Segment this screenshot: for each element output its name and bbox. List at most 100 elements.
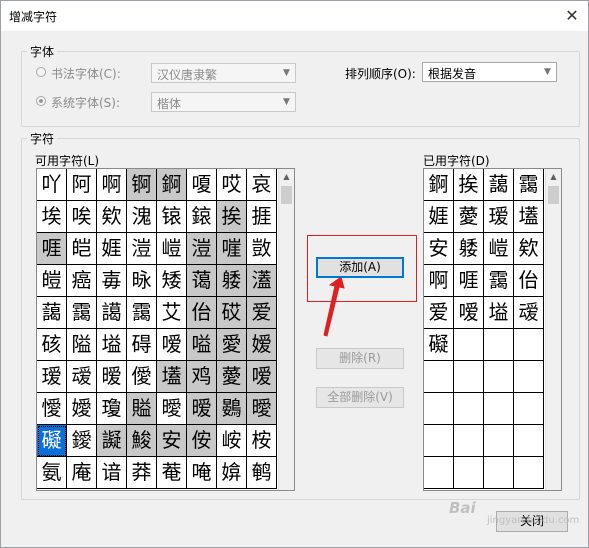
available-char-cell[interactable]: 暧 — [97, 361, 127, 393]
available-char-cell[interactable]: 碍 — [127, 329, 157, 361]
available-char-cell[interactable]: 桉 — [247, 425, 277, 457]
available-char-cell[interactable]: 僾 — [127, 361, 157, 393]
used-char-cell[interactable] — [424, 393, 454, 425]
available-char-cell[interactable]: 賹 — [127, 393, 157, 425]
used-char-cell[interactable] — [484, 457, 514, 489]
available-char-cell[interactable]: 溰 — [127, 233, 157, 265]
available-char-cell[interactable]: 菴 — [157, 457, 187, 489]
used-char-cell[interactable]: 錒 — [424, 169, 454, 201]
available-char-cell[interactable]: 譺 — [97, 425, 127, 457]
available-char-cell[interactable]: 嘊 — [217, 233, 247, 265]
used-char-cell[interactable]: 礙 — [424, 329, 454, 361]
available-char-cell[interactable]: 安 — [157, 425, 187, 457]
remove-all-button[interactable]: 全部删除(V) — [316, 387, 404, 408]
available-char-cell[interactable]: 唉 — [67, 201, 97, 233]
system-font-select[interactable]: 楷体 ▼ — [151, 92, 296, 112]
available-char-cell[interactable]: 錒 — [157, 169, 187, 201]
used-char-cell[interactable] — [424, 457, 454, 489]
used-char-cell[interactable] — [454, 361, 484, 393]
available-char-cell[interactable]: 鮻 — [127, 425, 157, 457]
system-font-radio[interactable] — [36, 96, 46, 106]
used-char-cell[interactable] — [514, 425, 544, 457]
sort-order-select[interactable]: 根据发音 ▼ — [422, 62, 557, 82]
scroll-up-icon[interactable]: ▲ — [546, 169, 561, 185]
used-char-cell[interactable]: 挨 — [454, 169, 484, 201]
available-char-cell[interactable]: 峖 — [217, 425, 247, 457]
scroll-thumb[interactable] — [548, 186, 559, 204]
used-char-cell[interactable] — [424, 361, 454, 393]
available-char-cell[interactable]: 硋 — [37, 329, 67, 361]
used-char-cell[interactable]: 安 — [424, 233, 454, 265]
remove-button[interactable]: 删除(R) — [316, 348, 404, 369]
available-char-cell[interactable]: 礙 — [37, 425, 67, 457]
available-char-cell[interactable]: 鑀 — [67, 425, 97, 457]
available-char-cell[interactable]: 啀 — [37, 233, 67, 265]
available-char-cell[interactable]: 壒 — [157, 361, 187, 393]
available-char-cell[interactable]: 皚 — [37, 265, 67, 297]
available-char-cell[interactable]: 矮 — [157, 265, 187, 297]
available-char-cell[interactable]: 埃 — [37, 201, 67, 233]
used-char-cell[interactable]: 爱 — [424, 297, 454, 329]
used-char-cell[interactable]: 娾 — [424, 201, 454, 233]
used-char-cell[interactable]: 嗳 — [454, 297, 484, 329]
used-char-cell[interactable]: 啊 — [424, 265, 454, 297]
available-char-cell[interactable]: 瑷 — [37, 361, 67, 393]
available-char-cell[interactable]: 皑 — [67, 233, 97, 265]
used-char-cell[interactable]: 靄 — [514, 169, 544, 201]
available-char-cell[interactable]: 曖 — [157, 393, 187, 425]
available-char-cell[interactable]: 曖 — [247, 393, 277, 425]
used-char-cell[interactable]: 瑷 — [484, 201, 514, 233]
available-char-cell[interactable]: 靄 — [67, 297, 97, 329]
used-char-cell[interactable] — [514, 393, 544, 425]
available-char-cell[interactable]: 阿 — [67, 169, 97, 201]
available-char-cell[interactable]: 蔼 — [187, 265, 217, 297]
available-char-cell[interactable]: 躷 — [217, 265, 247, 297]
used-char-cell[interactable] — [514, 361, 544, 393]
available-char-cell[interactable]: 嗄 — [187, 169, 217, 201]
available-char-cell[interactable]: 溾 — [127, 201, 157, 233]
used-char-cell[interactable]: 靄 — [484, 265, 514, 297]
available-char-cell[interactable]: 嬡 — [67, 393, 97, 425]
used-char-cell[interactable] — [454, 425, 484, 457]
calligraphy-font-radio[interactable] — [36, 67, 46, 77]
used-char-cell[interactable] — [484, 425, 514, 457]
used-char-cell[interactable]: 啀 — [454, 265, 484, 297]
close-icon[interactable]: ✕ — [556, 1, 588, 31]
available-char-cell[interactable]: 鹌 — [247, 457, 277, 489]
available-char-cell[interactable]: 嵦 — [157, 233, 187, 265]
used-char-cell[interactable] — [484, 361, 514, 393]
used-char-cell[interactable]: 藹 — [484, 169, 514, 201]
available-char-cell[interactable]: 嗌 — [187, 329, 217, 361]
used-char-cell[interactable] — [484, 393, 514, 425]
used-char-cell[interactable]: 薆 — [454, 201, 484, 233]
used-char-cell[interactable] — [424, 425, 454, 457]
available-char-cell[interactable]: 叆 — [67, 361, 97, 393]
available-char-cell[interactable]: 鷃 — [217, 393, 247, 425]
used-char-cell[interactable] — [454, 393, 484, 425]
available-char-cell[interactable]: 媕 — [217, 457, 247, 489]
available-char-cell[interactable]: 暧 — [187, 393, 217, 425]
used-char-cell[interactable]: 塧 — [484, 297, 514, 329]
available-char-cell[interactable]: 敳 — [247, 233, 277, 265]
available-char-cell[interactable]: 哎 — [217, 169, 247, 201]
available-char-cell[interactable]: 癌 — [67, 265, 97, 297]
available-char-cell[interactable]: 锕 — [127, 169, 157, 201]
available-char-cell[interactable]: 锿 — [157, 201, 187, 233]
available-char-cell[interactable]: 吖 — [37, 169, 67, 201]
available-scrollbar[interactable]: ▲ — [278, 169, 294, 490]
available-char-cell[interactable]: 昹 — [127, 265, 157, 297]
available-char-cell[interactable]: 毐 — [97, 265, 127, 297]
available-char-cell[interactable]: 嫒 — [247, 329, 277, 361]
available-char-cell[interactable]: 塧 — [97, 329, 127, 361]
available-char-cell[interactable]: 鸡 — [187, 361, 217, 393]
used-char-cell[interactable] — [514, 329, 544, 361]
available-char-cell[interactable]: 庵 — [67, 457, 97, 489]
available-char-cell[interactable]: 溰 — [187, 233, 217, 265]
available-char-cell[interactable]: 娾 — [97, 233, 127, 265]
available-char-cell[interactable]: 嗳 — [247, 361, 277, 393]
used-char-cell[interactable]: 嵦 — [484, 233, 514, 265]
used-scrollbar[interactable]: ▲ — [545, 169, 561, 490]
used-char-cell[interactable] — [514, 457, 544, 489]
available-char-cell[interactable]: 瓊 — [97, 393, 127, 425]
calligraphy-font-select[interactable]: 汉仪唐隶繁 ▼ — [151, 63, 296, 83]
